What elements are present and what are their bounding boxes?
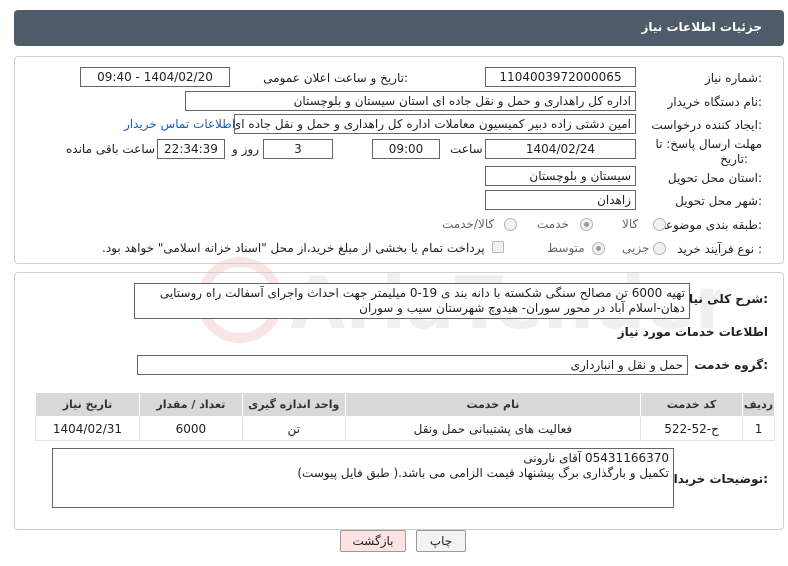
need-description-label: شرح کلی نیاز: <box>682 292 768 306</box>
buyer-notes-line-2: تکمیل و بارگذاری برگ پیشنهاد قیمت الزامی… <box>297 466 669 480</box>
category-service-label: خدمت <box>537 217 569 231</box>
table-row[interactable]: 1 ح-52-522 فعالیت های پشتیبانی حمل ونقل … <box>35 416 775 441</box>
category-goods-label: کالا <box>622 217 639 231</box>
delivery-city-field[interactable]: زاهدان <box>485 190 636 210</box>
process-minor-radio[interactable] <box>653 242 666 255</box>
need-number-field[interactable]: 1104003972000065 <box>485 67 636 87</box>
buyer-notes-label: توضیحات خریدار: <box>666 472 768 486</box>
col-service-code: کد خدمت <box>640 392 744 417</box>
process-minor-label: جزیی <box>622 241 650 255</box>
cell-service-code: ح-52-522 <box>640 416 744 441</box>
cell-service-name: فعالیت های پشتیبانی حمل ونقل <box>344 416 642 441</box>
category-goods-service-radio[interactable] <box>504 218 517 231</box>
col-service-name: نام خدمت <box>344 392 642 417</box>
deadline-time-field[interactable]: 09:00 <box>372 139 440 159</box>
deadline-label: مهلت ارسال پاسخ: تا <box>655 137 762 151</box>
category-goods-service-label: کالا/خدمت <box>442 217 495 231</box>
col-quantity: تعداد / مقدار <box>138 392 243 417</box>
service-group-field[interactable]: حمل و نقل و انبارداری <box>137 355 688 375</box>
request-creator-label: ایجاد کننده درخواست: <box>651 118 762 132</box>
buyer-contact-link[interactable]: اطلاعات تماس خریدار <box>124 117 235 131</box>
cell-unit: تن <box>241 416 346 441</box>
category-service-radio[interactable] <box>580 218 593 231</box>
deadline-date-field[interactable]: 1404/02/24 <box>485 139 636 159</box>
deadline-time-label: ساعت <box>450 142 483 156</box>
services-table-header: ردیف کد خدمت نام خدمت واحد اندازه گیری ت… <box>35 392 775 417</box>
page-title: جزئیات اطلاعات نیاز <box>641 20 762 34</box>
print-button[interactable]: چاپ <box>416 530 466 552</box>
buyer-notes-line-1: 05431166370 آقای نارونی <box>523 451 669 465</box>
days-label: روز و <box>232 142 259 156</box>
announce-date-field[interactable]: 1404/02/20 - 09:40 <box>80 67 230 87</box>
need-info-panel <box>14 56 784 264</box>
buyer-name-label: نام دستگاه خریدار: <box>667 95 763 109</box>
services-section-title: اطلاعات خدمات مورد نیاز <box>617 325 768 339</box>
delivery-province-field[interactable]: سیستان و بلوچستان <box>485 166 636 186</box>
purchase-process-label: نوع فرآیند خرید : <box>677 242 762 256</box>
cell-need-date: 1404/02/31 <box>35 416 140 441</box>
category-goods-radio[interactable] <box>653 218 666 231</box>
delivery-province-label: استان محل تحویل: <box>667 171 762 185</box>
buyer-notes-field[interactable]: 05431166370 آقای نارونی تکمیل و بارگذاری… <box>52 448 674 508</box>
time-remaining-label: ساعت باقی مانده <box>66 142 156 156</box>
need-number-label: شماره نیاز: <box>704 71 762 85</box>
deadline-date-label: تاریخ: <box>720 152 748 166</box>
time-remaining-field[interactable]: 22:34:39 <box>157 139 225 159</box>
subject-category-label: طبقه بندی موضوعی: <box>655 218 762 232</box>
process-medium-label: متوسط <box>547 241 585 255</box>
delivery-city-label: شهر محل تحویل: <box>675 194 762 208</box>
treasury-payment-note: پرداخت تمام یا بخشی از مبلغ خرید،از محل … <box>102 241 485 255</box>
process-medium-radio[interactable] <box>592 242 605 255</box>
col-unit: واحد اندازه گیری <box>241 392 346 417</box>
back-button[interactable]: بازگشت <box>340 530 406 552</box>
services-table: ردیف کد خدمت نام خدمت واحد اندازه گیری ت… <box>35 392 775 441</box>
announce-date-label: تاریخ و ساعت اعلان عمومی: <box>263 71 408 85</box>
col-row-number: ردیف <box>742 392 775 417</box>
request-creator-field[interactable]: امین دشتی زاده دبیر کمیسیون معاملات ادار… <box>234 114 636 134</box>
days-remaining-field[interactable]: 3 <box>263 139 333 159</box>
col-need-date: تاریخ نیاز <box>35 392 140 417</box>
need-description-field[interactable]: تهیه 6000 تن مصالح سنگی شکسته با دانه بن… <box>134 283 690 319</box>
cell-row-number: 1 <box>742 416 775 441</box>
service-group-label: گروه خدمت: <box>694 358 768 372</box>
buyer-name-field[interactable]: اداره کل راهداری و حمل و نقل جاده ای است… <box>185 91 636 111</box>
treasury-payment-checkbox[interactable] <box>492 241 504 253</box>
cell-quantity: 6000 <box>138 416 243 441</box>
page-header: جزئیات اطلاعات نیاز <box>14 10 784 46</box>
